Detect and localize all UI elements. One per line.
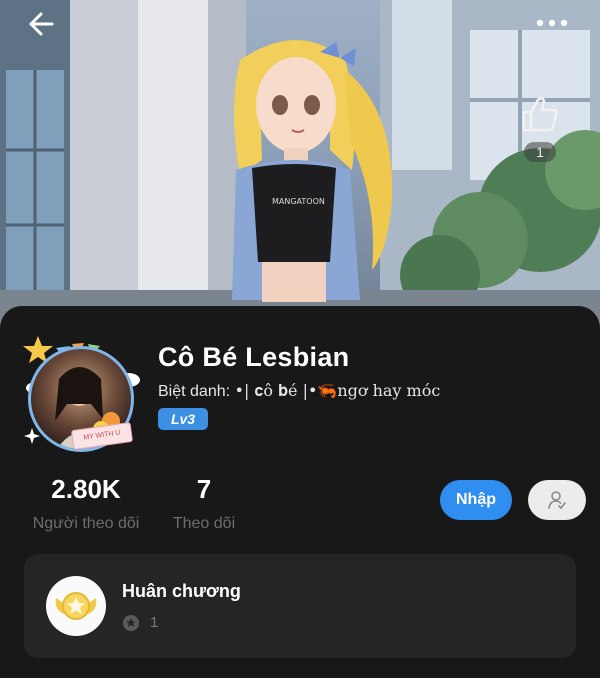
level-badge: Lv3 <box>158 408 208 430</box>
cover-banner: MANGATOON 1 <box>0 0 600 330</box>
avatar[interactable]: MY WITH U <box>20 328 142 452</box>
person-check-icon <box>548 491 566 509</box>
nickname-value: •| 𝐜ô 𝐛é |•🦐ngơ hay móc <box>234 381 441 400</box>
profile-name: Cô Bé Lesbian <box>158 342 350 372</box>
enter-button[interactable]: Nhập <box>440 480 512 520</box>
follow-status-button[interactable] <box>528 480 586 520</box>
arrow-left-icon <box>29 12 54 36</box>
medal-panel[interactable]: Huân chương 1 <box>24 554 576 658</box>
cover-illustration: MANGATOON <box>0 0 600 330</box>
like-count: 1 <box>524 142 556 162</box>
more-dots-icon <box>536 19 568 27</box>
thumbs-up-icon <box>522 96 558 132</box>
profile-card: MY WITH U Cô Bé Lesbian Biệt danh: •| 𝐜ô… <box>0 306 600 678</box>
followers-label: Người theo dõi <box>32 515 140 532</box>
medal-count: 1 <box>150 614 159 631</box>
medal-badge <box>46 576 106 636</box>
following-count: 7 <box>196 474 212 504</box>
medal-badge-icon <box>55 592 97 620</box>
like-button[interactable]: 1 <box>512 92 568 164</box>
followers-count: 2.80K <box>51 474 121 504</box>
more-options-button[interactable] <box>528 8 576 38</box>
back-button[interactable] <box>22 8 62 42</box>
star-circle-icon <box>123 615 139 631</box>
svg-text:MANGATOON: MANGATOON <box>272 197 325 206</box>
following-stat[interactable]: 7 Theo dõi <box>166 474 242 533</box>
nickname-label: Biệt danh: <box>158 383 231 400</box>
followers-stat[interactable]: 2.80K Người theo dõi <box>26 474 146 533</box>
nickname: Biệt danh: •| 𝐜ô 𝐛é |•🦐ngơ hay móc <box>158 381 440 401</box>
following-label: Theo dõi <box>172 515 236 532</box>
medal-title: Huân chương <box>122 581 241 601</box>
